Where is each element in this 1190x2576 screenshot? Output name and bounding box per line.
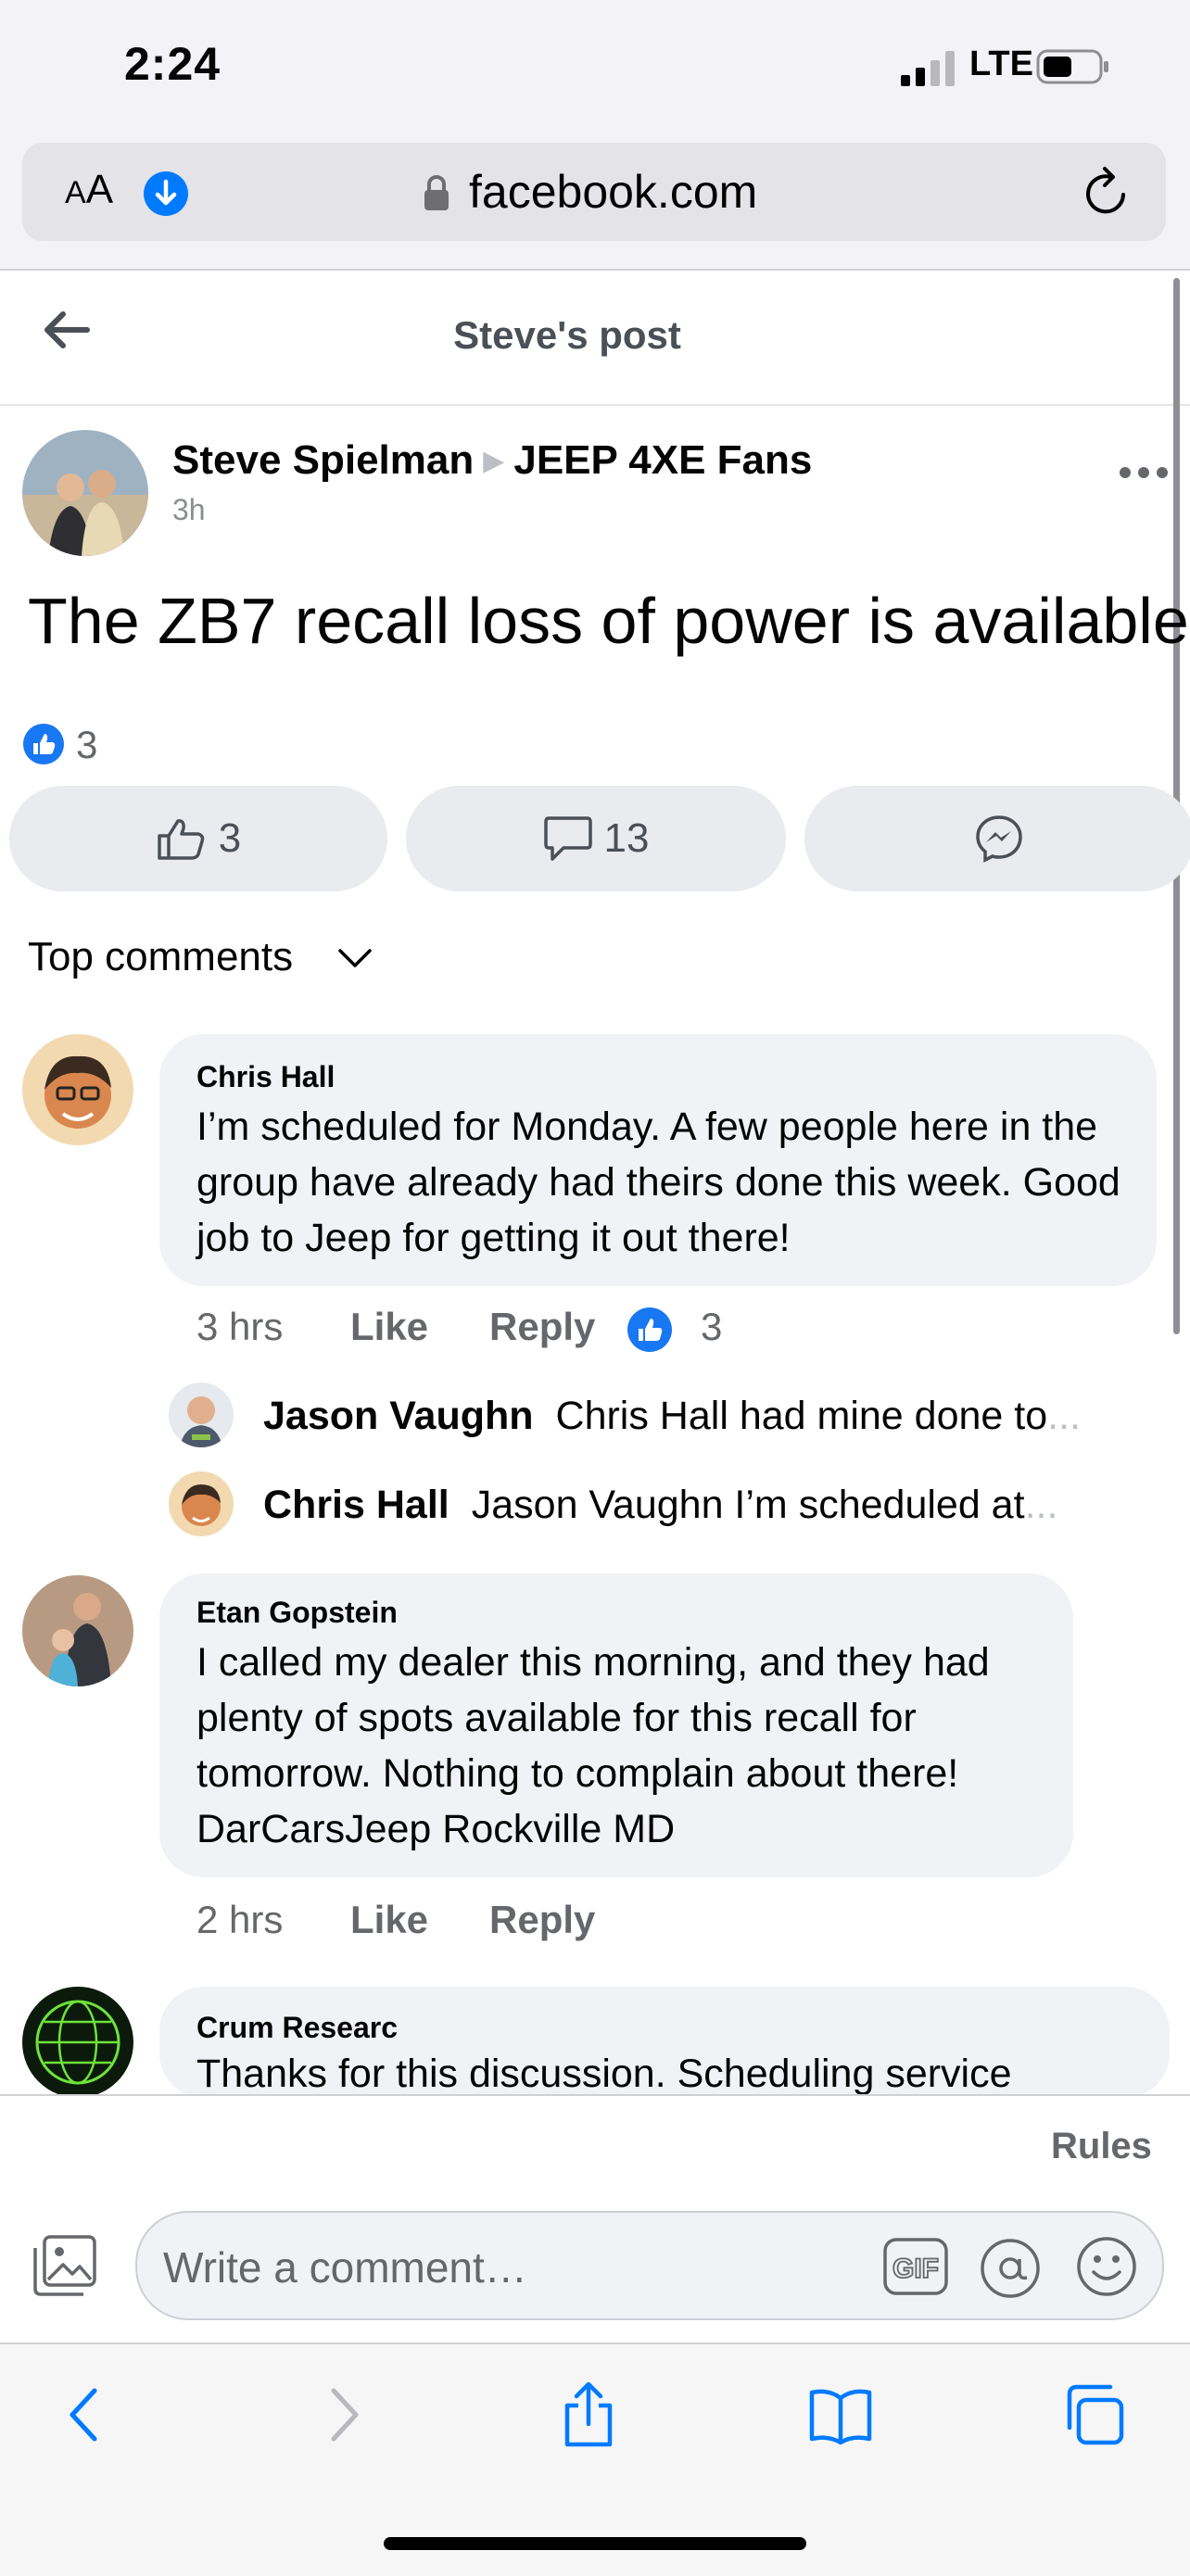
more-options-icon[interactable] [1118,465,1170,480]
rules-link[interactable]: Rules [1051,2126,1152,2167]
forward-chevron-icon[interactable] [310,2381,374,2448]
reply-author-avatar[interactable] [169,1471,234,1536]
comment-bubble-icon [543,816,592,861]
messenger-share-button[interactable] [804,786,1190,891]
reply-text: Chris Hall had mine done to [555,1394,1048,1438]
post-author-name[interactable]: Steve Spielman [172,437,474,483]
text-size-large-label: A [85,167,114,212]
reaction-count[interactable]: 3 [76,723,97,767]
reload-icon[interactable] [1082,165,1131,217]
home-indicator[interactable] [384,2537,806,2550]
share-icon[interactable] [556,2381,621,2448]
reply-author-name[interactable]: Chris Hall [263,1483,449,1527]
reply-preview[interactable]: Chris Hall Jason Vaughn I’m scheduled at.… [263,1483,1097,1528]
reply-ellipsis: ... [1047,1394,1081,1438]
like-count: 3 [218,815,242,861]
comment-text: I’m scheduled for Monday. A few people h… [196,1105,1120,1260]
status-time: 2:24 [124,38,222,90]
comment-count: 13 [603,815,650,861]
cellular-signal-icon [901,51,955,86]
tabs-icon[interactable] [1062,2381,1127,2448]
comment-timestamp[interactable]: 3 hrs [196,1305,283,1349]
comment-input-placeholder[interactable]: Write a comment… [163,2242,527,2292]
post-group-name[interactable]: JEEP 4XE Fans [513,437,812,483]
photo-icon[interactable] [32,2233,98,2298]
comment-text: Thanks for this discussion. Scheduling s… [196,2052,1012,2096]
network-type: LTE [969,44,1033,83]
mention-icon[interactable] [979,2237,1042,2300]
page-title: Steve's post [453,313,681,357]
triangle-right-icon: ▶ [483,446,505,476]
reply-preview[interactable]: Jason Vaughn Chris Hall had mine done to.… [263,1394,1097,1439]
comment-author-avatar[interactable] [22,1034,133,1145]
battery-icon [1036,49,1108,84]
post-text: The ZB7 recall loss of power is availabl… [28,585,1189,657]
reply-text: Jason Vaughn I’m scheduled at [471,1483,1025,1527]
comment-author-avatar[interactable] [22,1575,133,1686]
download-icon[interactable] [143,170,189,217]
reply-author-avatar[interactable] [169,1383,234,1447]
like-button[interactable]: 3 [9,786,387,891]
comment-reply-button[interactable]: Reply [489,1305,595,1349]
like-reaction-icon[interactable] [627,1307,673,1353]
comment-timestamp[interactable]: 2 hrs [196,1898,283,1942]
reply-author-name[interactable]: Jason Vaughn [263,1394,534,1438]
comment-like-button[interactable]: Like [350,1898,428,1942]
like-reaction-icon[interactable] [22,723,65,765]
bookmarks-icon[interactable] [808,2381,873,2448]
comment-button[interactable]: 13 [406,786,786,891]
comment-reply-button[interactable]: Reply [489,1898,595,1942]
comment-text: I called my dealer this morning, and the… [196,1640,990,1851]
comment-reaction-count[interactable]: 3 [701,1305,722,1349]
chevron-down-icon[interactable] [337,947,373,969]
comment-author-name[interactable]: Crum Researc [196,2011,398,2045]
thumbs-up-icon [158,819,204,860]
comments-filter[interactable]: Top comments [28,934,293,980]
comment-author-avatar[interactable] [22,1987,133,2098]
svg-text:GIF: GIF [892,2254,939,2284]
comment-like-button[interactable]: Like [350,1305,428,1349]
messenger-icon [976,815,1022,863]
text-size-button[interactable]: AA [65,167,113,213]
reply-ellipsis: ... [1024,1483,1058,1527]
post-author-avatar[interactable] [22,430,148,556]
comment-author-name[interactable]: Chris Hall [196,1060,335,1094]
emoji-icon[interactable] [1075,2235,1138,2298]
comment-author-name[interactable]: Etan Gopstein [196,1596,398,1630]
back-chevron-icon[interactable] [54,2381,119,2448]
post-author-line: Steve Spielman ▶ JEEP 4XE Fans [172,437,812,484]
lock-icon [424,175,449,210]
gif-icon[interactable]: GIF [882,2237,949,2296]
text-size-small-label: A [65,175,86,210]
url-text[interactable]: facebook.com [469,165,757,219]
post-timestamp[interactable]: 3h [172,493,206,527]
